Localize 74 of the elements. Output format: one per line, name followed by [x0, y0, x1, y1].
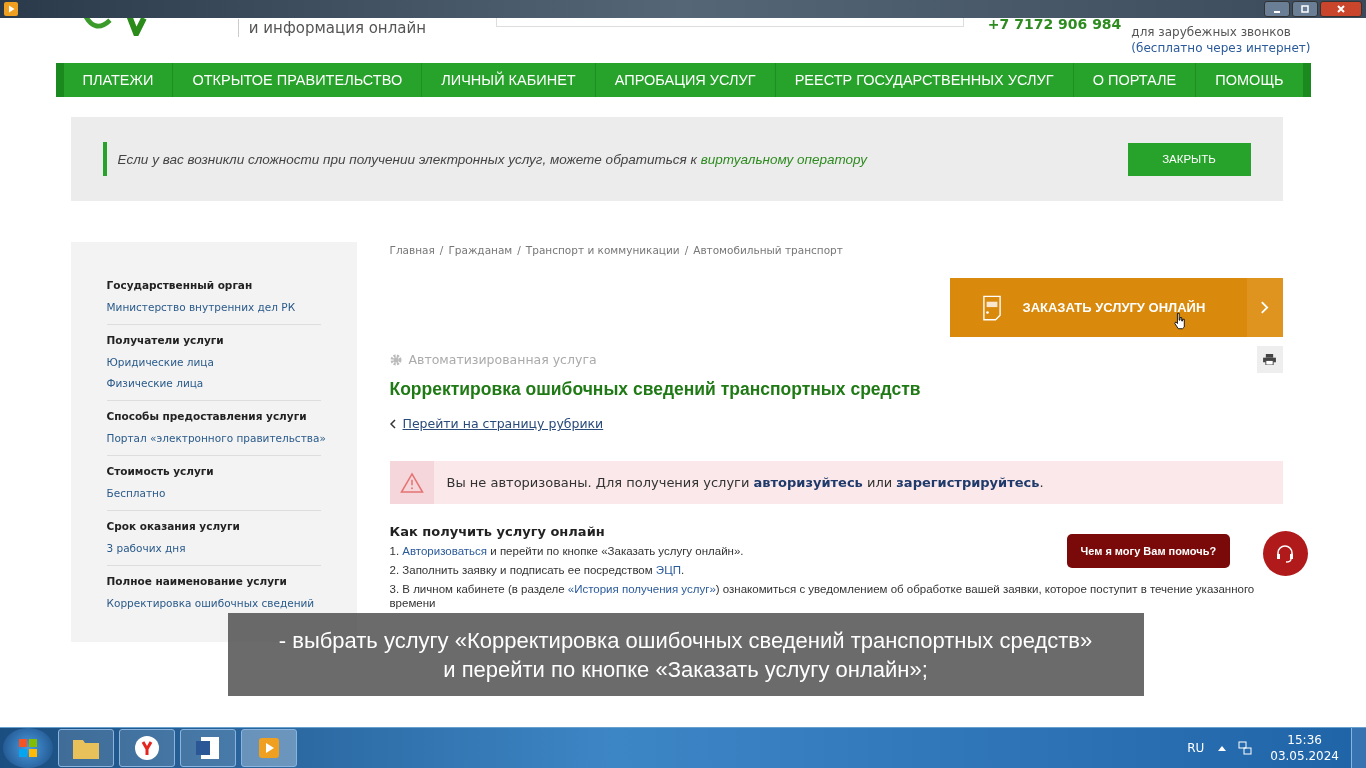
nav-item[interactable]: ЛИЧНЫЙ КАБИНЕТ [422, 63, 596, 97]
close-icon [1336, 4, 1346, 14]
info-heading: Способы предоставления услуги [106, 409, 308, 424]
nav-item[interactable]: О ПОРТАЛЕ [1073, 63, 1197, 97]
phone-number[interactable]: +7 7172 906 984 [987, 18, 1122, 32]
windows-logo-icon [18, 738, 38, 758]
chevron-icon [1260, 301, 1269, 314]
chevron-left-icon [389, 418, 396, 429]
notice-text: Если у вас возникли сложности при получении электронных услуг, можете обратиться к виртуальному оператору [117, 151, 867, 167]
order-service-button[interactable]: ЗАКАЗАТЬ УСЛУГУ ОНЛАЙН [949, 278, 1283, 337]
back-link[interactable]: Перейти на страницу рубрики [402, 416, 604, 431]
step-text: 3. В личном кабинете (в разделе «История получения услуг») ознакомиться с уведомлением об обработке вашей заявки, которое поступит в течение указанного времени [389, 582, 1256, 610]
warning-icon [399, 472, 424, 493]
alert-text: Вы не авторизованы. Для получения услуги авторизуйтесь или зарегистрируйтесь. [446, 475, 1044, 490]
clock-date[interactable]: 03.05.2024 [1270, 748, 1339, 764]
play-icon [4, 2, 18, 16]
browser-taskbar-icon[interactable] [119, 729, 175, 767]
breadcrumb-link[interactable]: Гражданам [448, 244, 513, 256]
info-value: Корректировка ошибочных сведений [106, 596, 316, 611]
headset-icon [1275, 543, 1295, 564]
info-heading: Государственный орган [106, 278, 254, 293]
language-indicator[interactable]: RU [1187, 741, 1205, 755]
clock-time[interactable]: 15:36 [1287, 732, 1322, 748]
info-value: Бесплатно [106, 486, 167, 501]
print-button[interactable] [1256, 346, 1283, 373]
hand-cursor-icon [1173, 312, 1186, 330]
phone-note: (бесплатно через интернет) [1131, 40, 1311, 56]
site-tagline: и информация онлайн [237, 19, 427, 37]
printer-icon [1263, 354, 1276, 365]
breadcrumb-link[interactable]: Главная [389, 244, 435, 256]
step-link[interactable]: ЭЦП [655, 564, 681, 576]
step-link[interactable]: «История получения услуг» [567, 583, 716, 595]
document-icon [982, 293, 1001, 322]
breadcrumb-separator: / [517, 244, 521, 256]
info-heading: Получатели услуги [106, 333, 225, 348]
close-button[interactable] [1320, 1, 1362, 17]
nav-item[interactable]: РЕЕСТР ГОСУДАРСТВЕННЫХ УСЛУГ [775, 63, 1074, 97]
breadcrumb-link[interactable]: Транспорт и коммуникации [525, 244, 680, 256]
nav-item[interactable]: ПОМОЩЬ [1196, 63, 1303, 97]
service-title: Корректировка ошибочных сведений транспортных средств [389, 379, 922, 400]
breadcrumb-separator: / [439, 244, 444, 256]
start-button[interactable] [3, 728, 53, 768]
document-taskbar-icon[interactable] [180, 729, 236, 767]
gear-icon [389, 353, 402, 366]
subtitle-line: - выбрать услугу «Корректировка ошибочных сведений транспортных средств» [278, 626, 1093, 655]
chat-bubble[interactable]: Чем я могу Вам помочь? [1066, 534, 1231, 568]
support-chat-button[interactable] [1262, 531, 1308, 576]
folder-taskbar-icon[interactable] [58, 729, 114, 767]
info-value: Юридические лица [106, 355, 215, 370]
info-heading: Полное наименование услуги [106, 574, 288, 589]
section-heading: Как получить услугу онлайн [389, 524, 606, 539]
nav-item[interactable]: АПРОБАЦИЯ УСЛУГ [595, 63, 776, 97]
info-heading: Стоимость услуги [106, 464, 215, 479]
nav-item[interactable]: ПЛАТЕЖИ [63, 63, 174, 97]
tray-arrow-icon[interactable] [1218, 745, 1227, 751]
phone-note: для зарубежных звонков [1131, 24, 1292, 40]
step-link[interactable]: Авторизоваться [402, 545, 488, 557]
service-type-label: Автоматизированная услуга [408, 352, 597, 367]
breadcrumb-link[interactable]: Автомобильный транспорт [693, 244, 843, 256]
breadcrumb-separator: / [684, 244, 689, 256]
maximize-icon [1300, 4, 1310, 14]
close-notice-button[interactable]: ЗАКРЫТЬ [1127, 142, 1251, 176]
info-heading: Срок оказания услуги [106, 519, 241, 534]
info-value: Физические лица [106, 376, 205, 391]
info-value: Министерство внутренних дел РК [106, 300, 297, 315]
maximize-button[interactable] [1292, 1, 1318, 17]
network-icon[interactable] [1238, 741, 1253, 755]
minimize-icon [1274, 11, 1280, 13]
subtitle-line: и перейти по кнопке «Заказать услугу онлайн»; [443, 655, 928, 684]
minimize-button[interactable] [1264, 1, 1290, 17]
operator-link[interactable]: виртуальному оператору [700, 151, 867, 167]
info-value: 3 рабочих дня [106, 541, 187, 556]
nav-item[interactable]: ОТКРЫТОЕ ПРАВИТЕЛЬСТВО [173, 63, 423, 97]
search-field[interactable] [496, 18, 964, 27]
